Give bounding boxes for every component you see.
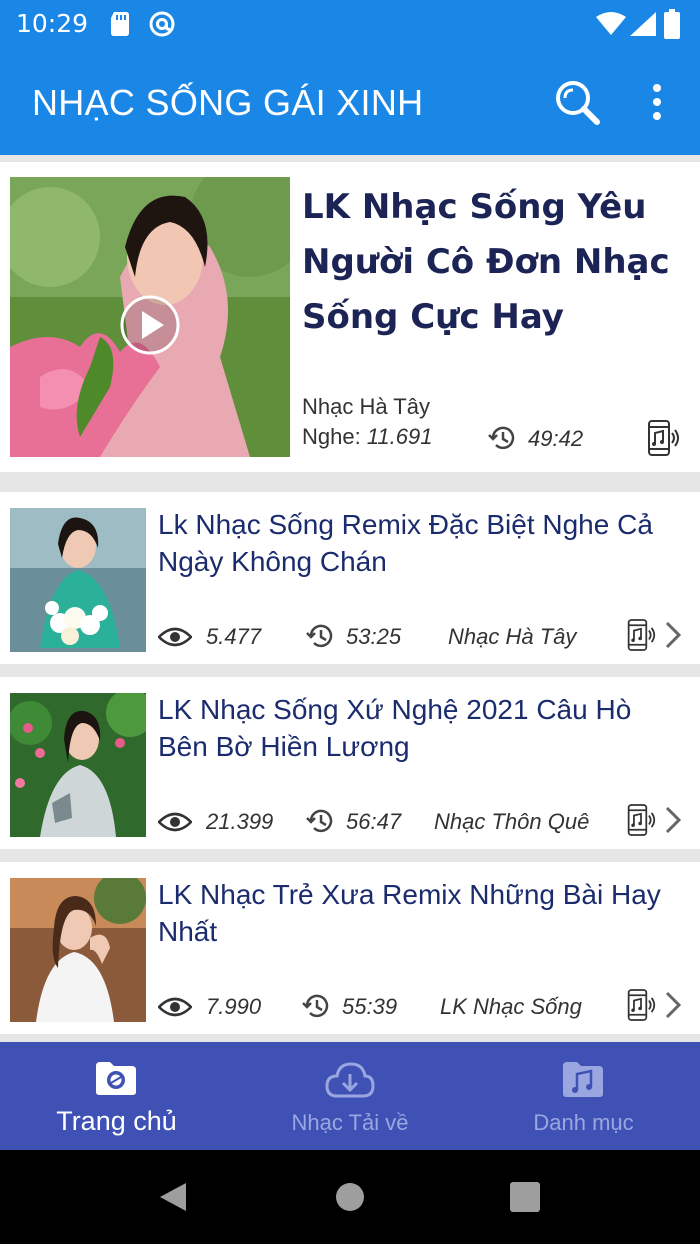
video-title[interactable]: LK Nhạc Sống Xứ Nghệ 2021 Câu Hò Bên Bờ …: [158, 691, 688, 765]
video-title[interactable]: Lk Nhạc Sống Remix Đặc Biệt Nghe Cả Ngày…: [158, 506, 688, 580]
history-icon: [302, 994, 329, 1018]
wifi-icon: [596, 12, 626, 35]
battery-icon: [664, 9, 680, 39]
channel-name: Nhạc Hà Tây: [448, 624, 577, 649]
nav-item-downloads[interactable]: Nhạc Tải về: [233, 1042, 467, 1150]
sd-card-icon: [111, 12, 129, 36]
ringtone-phone-icon[interactable]: [646, 419, 680, 457]
channel-name: LK Nhạc Sống: [440, 994, 582, 1019]
status-bar: 10:29: [0, 0, 700, 50]
channel-name: Nhạc Thôn Quê: [434, 809, 590, 834]
featured-thumbnail[interactable]: [10, 177, 290, 457]
thumbnail-image: [10, 693, 146, 837]
history-icon: [488, 426, 515, 450]
chevron-right-icon[interactable]: [662, 620, 684, 650]
video-thumbnail[interactable]: [10, 878, 146, 1022]
recents-icon[interactable]: [510, 1182, 540, 1212]
app-bar: NHẠC SỐNG GÁI XINH: [0, 50, 700, 155]
music-folder-icon: [563, 1062, 603, 1097]
featured-video-card[interactable]: LK Nhạc Sống Yêu Người Cô Đơn Nhạc Sống …: [0, 162, 700, 472]
view-count: 7.990: [206, 994, 262, 1019]
nav-item-home[interactable]: Trang chủ: [0, 1042, 233, 1150]
featured-thumbnail-image: [10, 177, 290, 457]
video-title[interactable]: LK Nhạc Trẻ Xưa Remix Những Bài Hay Nhất: [158, 876, 688, 950]
list-item[interactable]: LK Nhạc Trẻ Xưa Remix Những Bài Hay Nhất…: [0, 862, 700, 1034]
signal-icon: [630, 12, 656, 36]
chevron-right-icon[interactable]: [662, 805, 684, 835]
view-count: 21.399: [206, 809, 274, 834]
eye-icon: [158, 627, 192, 647]
thumbnail-image: [10, 508, 146, 652]
thumbnail-image: [10, 878, 146, 1022]
featured-views: Nghe: 11.691: [302, 424, 432, 450]
ringtone-phone-icon[interactable]: [626, 802, 656, 838]
at-sign-icon: [149, 11, 175, 37]
search-icon[interactable]: [553, 78, 601, 126]
video-thumbnail[interactable]: [10, 508, 146, 652]
camera-folder-icon: [96, 1062, 136, 1095]
history-icon: [306, 809, 333, 833]
nav-label-downloads: Nhạc Tải về: [291, 1110, 409, 1135]
home-icon[interactable]: [335, 1182, 365, 1212]
history-icon: [306, 624, 333, 648]
ringtone-phone-icon[interactable]: [626, 617, 656, 653]
view-count: 5.477: [206, 624, 262, 649]
back-icon[interactable]: [158, 1181, 188, 1213]
duration: 55:39: [342, 994, 398, 1019]
duration: 53:25: [346, 624, 402, 649]
chevron-right-icon[interactable]: [662, 990, 684, 1020]
featured-views-count: 11.691: [366, 424, 433, 449]
eye-icon: [158, 812, 192, 832]
status-time: 10:29: [16, 9, 89, 38]
nav-label-home: Trang chủ: [56, 1106, 177, 1136]
list-item[interactable]: Lk Nhạc Sống Remix Đặc Biệt Nghe Cả Ngày…: [0, 492, 700, 664]
list-item[interactable]: LK Nhạc Sống Xứ Nghệ 2021 Câu Hò Bên Bờ …: [0, 677, 700, 849]
featured-channel: Nhạc Hà Tây: [302, 394, 430, 419]
featured-duration: 49:42: [528, 426, 584, 451]
more-options-icon[interactable]: [640, 80, 674, 124]
featured-views-label: Nghe:: [302, 424, 367, 449]
duration: 56:47: [346, 809, 402, 834]
ringtone-phone-icon[interactable]: [626, 987, 656, 1023]
bottom-navigation: Trang chủ Nhạc Tải về Danh mục: [0, 1042, 700, 1150]
cloud-download-icon: [325, 1062, 375, 1098]
eye-icon: [158, 997, 192, 1017]
app-title: NHẠC SỐNG GÁI XINH: [32, 82, 424, 123]
video-thumbnail[interactable]: [10, 693, 146, 837]
featured-title[interactable]: LK Nhạc Sống Yêu Người Cô Đơn Nhạc Sống …: [302, 180, 692, 345]
system-navigation-bar: [0, 1150, 700, 1244]
nav-label-categories: Danh mục: [533, 1110, 634, 1135]
nav-item-categories[interactable]: Danh mục: [467, 1042, 700, 1150]
